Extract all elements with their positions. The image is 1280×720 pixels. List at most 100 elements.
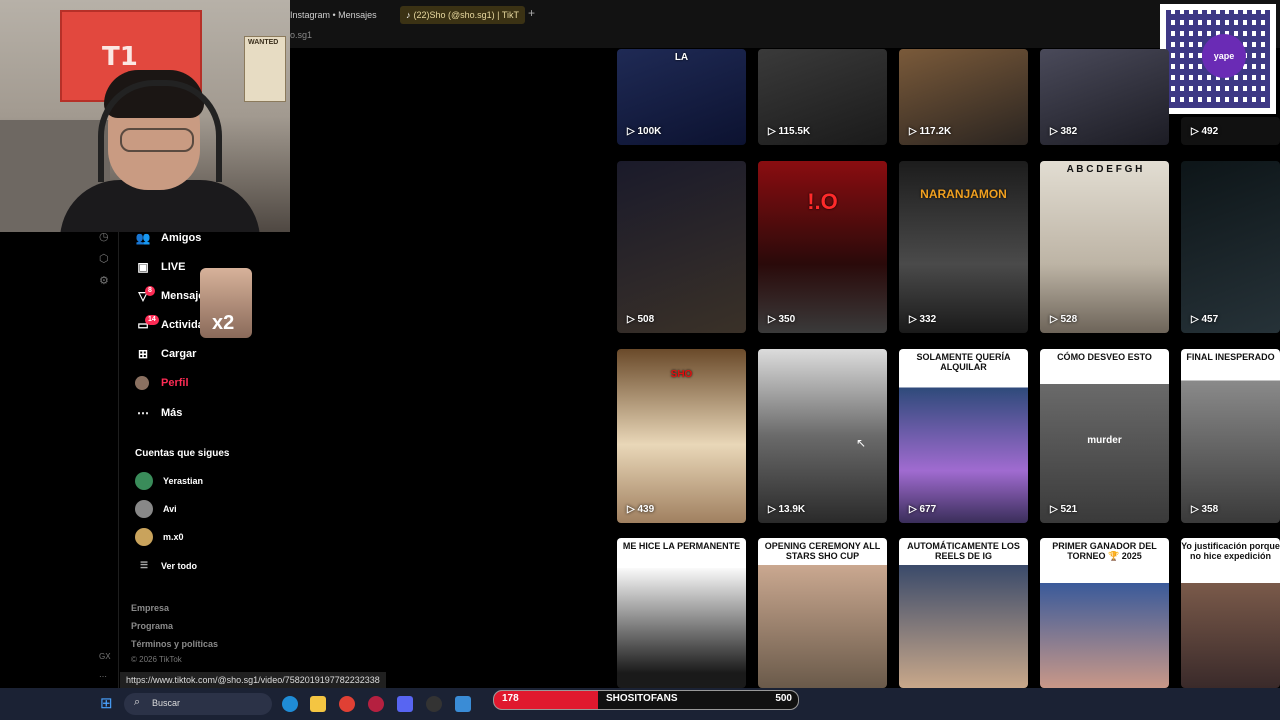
qr-code: yape: [1160, 4, 1276, 114]
list-icon: ☰: [139, 560, 149, 570]
status-url: https://www.tiktok.com/@sho.sg1/video/75…: [120, 672, 386, 688]
app-icon[interactable]: [455, 696, 471, 712]
following-item[interactable]: Yerastian: [135, 471, 203, 491]
video-thumb[interactable]: ▷ 13.9K: [758, 349, 887, 523]
activity-badge: 14: [145, 315, 159, 325]
address-fragment: o.sg1: [290, 30, 313, 40]
video-thumb[interactable]: ▷ 457: [1181, 161, 1280, 333]
see-all-label: Ver todo: [161, 560, 198, 571]
activity-icon: ▭ 14: [135, 315, 159, 332]
video-thumb[interactable]: AUTOMÁTICAMENTE LOS REELS DE IG: [899, 538, 1028, 688]
taskbar-search[interactable]: ⌕ Buscar: [124, 693, 272, 715]
nav-profile[interactable]: Perfil: [135, 373, 189, 393]
video-thumb[interactable]: ▷ 508: [617, 161, 746, 333]
video-caption: SHO: [670, 369, 693, 380]
following-item[interactable]: m.x0: [135, 527, 184, 547]
video-thumb[interactable]: LA ▷ 100K: [617, 49, 746, 145]
view-count: ▷ 457: [1191, 314, 1219, 325]
new-tab-button[interactable]: +: [528, 6, 535, 20]
video-caption: LA: [674, 52, 689, 63]
following-item[interactable]: Avi: [135, 499, 177, 519]
video-thumb[interactable]: PRIMER GANADOR DEL TORNEO 🏆 2025: [1040, 538, 1169, 688]
live-icon: ▣: [137, 260, 149, 274]
video-caption: OPENING CEREMONY ALL STARS SHO CUP: [764, 541, 881, 561]
video-thumb[interactable]: !.O ▷ 350: [758, 161, 887, 333]
settings-icon[interactable]: ⚙: [99, 274, 116, 287]
opera-icon[interactable]: [368, 696, 384, 712]
upload-icon: ⊞: [137, 347, 149, 361]
view-count: ▷ 508: [627, 314, 655, 325]
video-thumb[interactable]: SOLAMENTE QUERÍA ALQUILAR ▷ 677: [899, 349, 1028, 523]
file-explorer-icon[interactable]: [310, 696, 326, 712]
view-count: ▷ 350: [768, 314, 796, 325]
video-caption: CÓMO DESVEO ESTO: [1057, 352, 1152, 362]
view-count: ▷ 528: [1050, 314, 1078, 325]
windows-start-icon[interactable]: ⊞: [100, 696, 116, 712]
video-thumb[interactable]: FINAL INESPERADO ▷ 358: [1181, 349, 1280, 523]
footer-link[interactable]: Programa: [131, 621, 173, 631]
view-count: ▷ 358: [1191, 504, 1219, 515]
following-name: Avi: [163, 504, 177, 514]
obs-icon[interactable]: [426, 696, 442, 712]
view-count: ▷ 492: [1191, 126, 1219, 137]
video-caption: Yo justificación porque no hice expedici…: [1181, 541, 1280, 561]
view-count: ▷ 100K: [627, 126, 662, 137]
nav-upload[interactable]: ⊞ Cargar: [135, 344, 197, 364]
video-thumb[interactable]: ▷ 492: [1181, 117, 1280, 145]
fan-goal-bar: 178 SHOSITOFANS 500: [493, 690, 799, 710]
sidebar-rail: ◷ ⬡ ⚙: [96, 230, 116, 296]
webcam-overlay: T1 WANTED: [0, 0, 290, 232]
copyright: © 2026 TikTok: [131, 655, 182, 664]
nav-label: LIVE: [161, 261, 186, 273]
goal-current: 178: [502, 693, 519, 704]
video-thumb[interactable]: A B C D E F G H ▷ 528: [1040, 161, 1169, 333]
video-thumb[interactable]: SHO ▷ 439: [617, 349, 746, 523]
footer-link[interactable]: Empresa: [131, 603, 169, 613]
video-thumb[interactable]: ▷ 382: [1040, 49, 1169, 145]
view-count: ▷ 677: [909, 504, 937, 515]
video-thumb[interactable]: ▷ 115.5K: [758, 49, 887, 145]
view-count: ▷ 332: [909, 314, 937, 325]
view-count: ▷ 117.2K: [909, 126, 952, 137]
video-caption: FINAL INESPERADO: [1186, 352, 1275, 362]
flag-logo: T1: [102, 42, 138, 72]
nav-live[interactable]: ▣ LIVE: [135, 257, 185, 277]
following-title: Cuentas que sigues: [135, 448, 230, 459]
footer-link[interactable]: Términos y políticas: [131, 639, 218, 649]
nav-friends[interactable]: 👥 Amigos: [135, 228, 202, 248]
video-thumb[interactable]: ME HICE LA PERMANENTE: [617, 538, 746, 688]
video-thumb[interactable]: ▷ 117.2K: [899, 49, 1028, 145]
messages-icon: ▽ 8: [135, 286, 155, 303]
nav-label: Más: [161, 407, 183, 419]
gx-icon[interactable]: GX: [99, 652, 111, 661]
goal-label: SHOSITOFANS: [606, 693, 678, 704]
chrome-icon[interactable]: [339, 696, 355, 712]
nav-more[interactable]: ⋯ Más: [135, 403, 182, 423]
view-count: ▷ 521: [1050, 504, 1078, 515]
avatar: [135, 500, 153, 518]
sticker-x2: x2: [212, 312, 235, 334]
mouse-cursor: ↖: [856, 436, 867, 450]
video-thumb[interactable]: CÓMO DESVEO ESTO murder ▷ 521: [1040, 349, 1169, 523]
extensions-icon[interactable]: ⬡: [99, 252, 116, 265]
avatar: [135, 528, 153, 546]
following-name: m.x0: [163, 532, 184, 542]
video-caption: PRIMER GANADOR DEL TORNEO 🏆 2025: [1052, 541, 1157, 561]
nav-label: Cargar: [161, 348, 197, 360]
discord-icon[interactable]: [397, 696, 413, 712]
video-caption: NARANJAMON: [920, 187, 1007, 201]
video-thumb[interactable]: NARANJAMON ▷ 332: [899, 161, 1028, 333]
video-thumb[interactable]: OPENING CEREMONY ALL STARS SHO CUP: [758, 538, 887, 688]
tab-tiktok[interactable]: ♪ (22)Sho (@sho.sg1) | TikT: [400, 6, 526, 24]
edge-icon[interactable]: [282, 696, 298, 712]
history-icon[interactable]: ◷: [99, 230, 116, 243]
tab-instagram[interactable]: Instagram • Mensajes: [290, 6, 377, 24]
view-count: ▷ 115.5K: [768, 126, 811, 137]
video-caption: A B C D E F G H: [1066, 164, 1143, 175]
video-thumb[interactable]: Yo justificación porque no hice expedici…: [1181, 538, 1280, 688]
more-icon: ⋯: [137, 406, 149, 420]
see-all-link[interactable]: ☰ Ver todo: [135, 560, 197, 571]
more-rail-icon[interactable]: ⋯: [99, 672, 107, 681]
yape-logo: yape: [1202, 34, 1246, 78]
friends-icon: 👥: [135, 231, 151, 245]
